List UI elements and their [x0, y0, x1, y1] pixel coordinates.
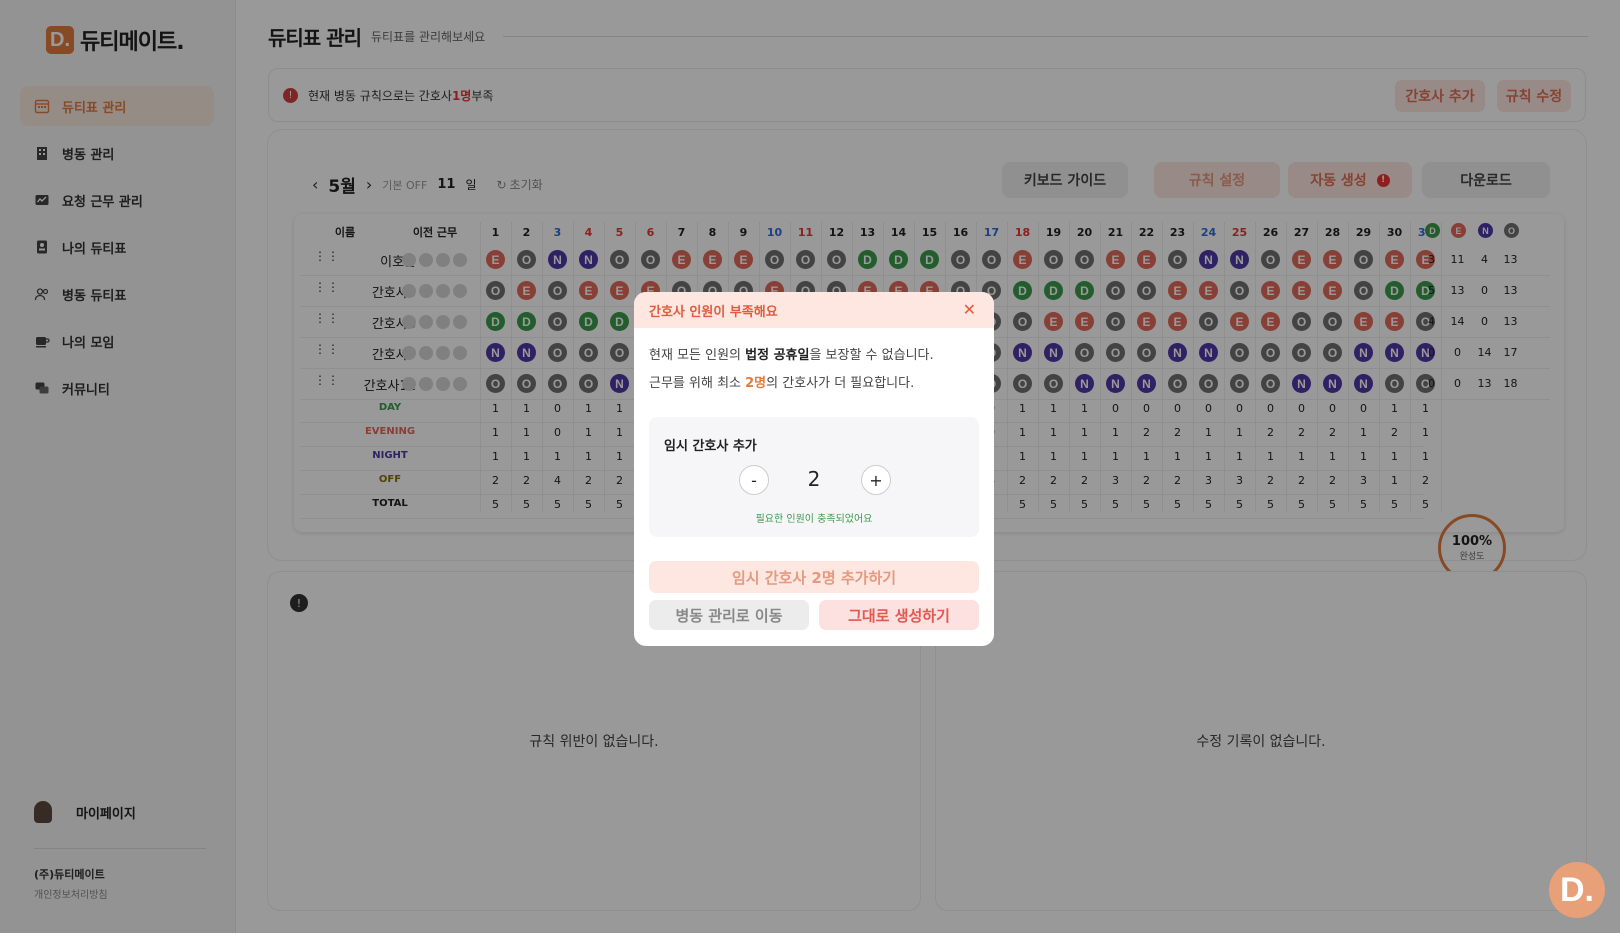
increment-button[interactable]: + [861, 465, 891, 495]
modal-title: 간호사 인원이 부족해요 [634, 292, 994, 328]
close-icon[interactable]: ✕ [963, 300, 976, 319]
nurse-shortage-modal: 간호사 인원이 부족해요 ✕ 현재 모든 인원의 법정 공휴일을 보장할 수 없… [634, 292, 994, 646]
temp-nurse-title: 임시 간호사 추가 [664, 439, 757, 454]
temp-nurse-box: 임시 간호사 추가 - 2 + 필요한 인원이 충족되었어요 [649, 417, 979, 537]
decrement-button[interactable]: - [739, 465, 769, 495]
temp-nurse-count: 2 [807, 467, 821, 491]
line2-c: 의 간호사가 더 필요합니다. [766, 376, 915, 391]
add-temp-nurses-button[interactable]: 임시 간호사 2명 추가하기 [649, 561, 979, 593]
line2-a: 근무를 위해 최소 [649, 376, 746, 391]
line2-b: 2명 [745, 376, 767, 391]
line1-a: 현재 모든 인원의 [649, 348, 746, 363]
requirement-met-text: 필요한 인원이 충족되었어요 [755, 514, 873, 525]
floating-logo-button[interactable]: D. [1549, 862, 1605, 918]
modal-line-2: 근무를 위해 최소 2명의 간호사가 더 필요합니다. [649, 370, 979, 398]
line1-c: 을 보장할 수 없습니다. [809, 348, 934, 363]
modal-line-1: 현재 모든 인원의 법정 공휴일을 보장할 수 없습니다. [649, 342, 979, 370]
modal-message: 현재 모든 인원의 법정 공휴일을 보장할 수 없습니다. 근무를 위해 최소 … [634, 328, 994, 398]
generate-anyway-button[interactable]: 그대로 생성하기 [819, 600, 979, 630]
go-ward-management-button[interactable]: 병동 관리로 이동 [649, 600, 809, 630]
line1-b: 법정 공휴일 [745, 348, 810, 363]
